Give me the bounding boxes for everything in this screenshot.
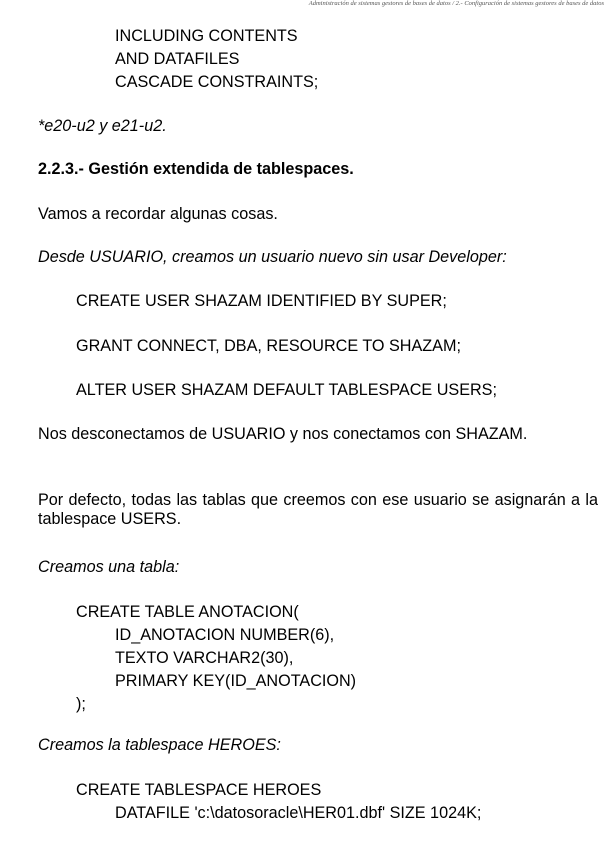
sql-statement: ALTER USER SHAZAM DEFAULT TABLESPACE USE…	[76, 381, 497, 399]
page-header: Administración de sistemas gestores de b…	[308, 0, 604, 7]
code-line: TEXTO VARCHAR2(30),	[115, 649, 294, 667]
sql-statement: GRANT CONNECT, DBA, RESOURCE TO SHAZAM;	[76, 337, 461, 355]
code-line: INCLUDING CONTENTS	[115, 27, 298, 45]
code-line: CREATE TABLE ANOTACION(	[76, 603, 299, 621]
paragraph: Por defecto, todas las tablas que creemo…	[38, 491, 598, 528]
code-line: CASCADE CONSTRAINTS;	[115, 73, 319, 91]
code-line: ID_ANOTACION NUMBER(6),	[115, 626, 335, 644]
sql-statement: CREATE USER SHAZAM IDENTIFIED BY SUPER;	[76, 292, 447, 310]
code-line: AND DATAFILES	[115, 50, 240, 68]
intro-paragraph: Vamos a recordar algunas cosas.	[38, 205, 278, 223]
exercise-note: *e20-u2 y e21-u2.	[38, 117, 167, 135]
code-line: PRIMARY KEY(ID_ANOTACION)	[115, 672, 357, 690]
code-line: CREATE TABLESPACE HEROES	[76, 781, 322, 799]
code-line: DATAFILE 'c:\datosoracle\HER01.dbf' SIZE…	[115, 804, 482, 822]
paragraph: Nos desconectamos de USUARIO y nos conec…	[38, 425, 528, 443]
instruction-line: Desde USUARIO, creamos un usuario nuevo …	[38, 248, 507, 266]
section-title: 2.2.3.- Gestión extendida de tablespaces…	[38, 160, 354, 178]
code-line: );	[76, 695, 86, 713]
instruction-line: Creamos una tabla:	[38, 558, 180, 576]
instruction-line: Creamos la tablespace HEROES:	[38, 736, 281, 754]
